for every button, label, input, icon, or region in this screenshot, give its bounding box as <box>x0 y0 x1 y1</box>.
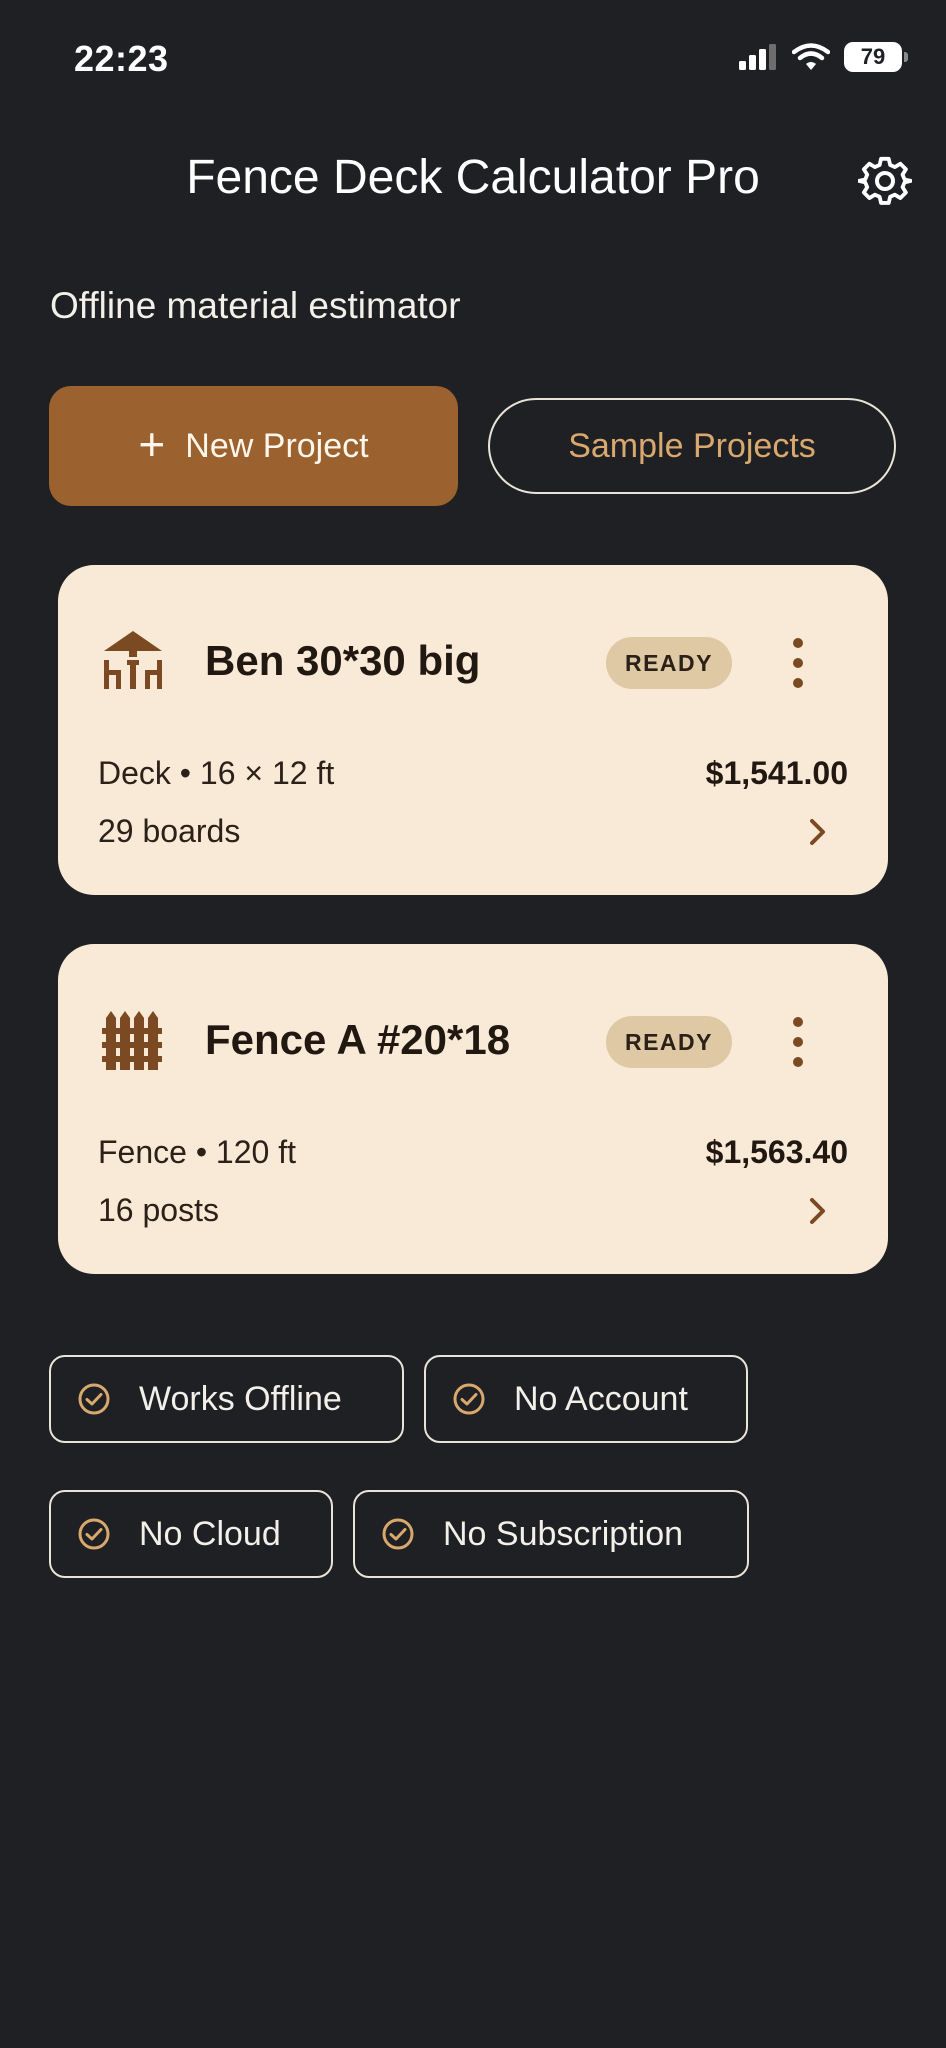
status-icons: 79 <box>738 42 908 72</box>
battery-icon: 79 <box>844 42 908 72</box>
project-price: $1,563.40 <box>705 1134 848 1170</box>
feature-chip-no-subscription: No Subscription <box>353 1490 749 1578</box>
app-title: Fence Deck Calculator Pro <box>186 151 760 204</box>
project-card[interactable]: Ben 30*30 big READY Deck • 16 × 12 ft $1… <box>58 565 888 895</box>
feature-chip-no-account: No Account <box>424 1355 748 1443</box>
page-subtitle: Offline material estimator <box>50 285 461 326</box>
check-circle-icon <box>382 1518 414 1550</box>
feature-chip-no-cloud: No Cloud <box>49 1490 333 1578</box>
plus-icon: + <box>138 418 166 470</box>
project-meta: Fence • 120 ft <box>98 1134 296 1170</box>
chevron-right-icon[interactable] <box>806 817 830 847</box>
feature-label: No Subscription <box>443 1514 684 1553</box>
more-options-icon[interactable] <box>780 633 816 693</box>
project-meta: Deck • 16 × 12 ft <box>98 755 335 791</box>
status-badge: READY <box>606 637 732 689</box>
sample-projects-button[interactable]: Sample Projects <box>488 398 896 494</box>
signal-icon <box>739 44 776 70</box>
project-title: Fence A #20*18 <box>205 1016 511 1063</box>
project-detail: 29 boards <box>98 813 241 849</box>
project-detail: 16 posts <box>98 1192 219 1228</box>
settings-button[interactable] <box>857 154 913 208</box>
project-price: $1,541.00 <box>705 755 848 791</box>
feature-label: Works Offline <box>139 1379 342 1418</box>
new-project-label: New Project <box>185 426 369 465</box>
deck-icon <box>104 631 162 689</box>
feature-chip-works-offline: Works Offline <box>49 1355 404 1443</box>
sample-projects-label: Sample Projects <box>568 426 816 465</box>
feature-label: No Account <box>514 1379 688 1418</box>
battery-level: 79 <box>860 44 886 69</box>
check-circle-icon <box>453 1383 485 1415</box>
status-time: 22:23 <box>74 38 169 79</box>
chevron-right-icon[interactable] <box>806 1196 830 1226</box>
wifi-icon <box>792 43 830 70</box>
more-options-icon[interactable] <box>780 1012 816 1072</box>
fence-icon <box>102 1011 162 1070</box>
project-title: Ben 30*30 big <box>205 637 481 684</box>
check-circle-icon <box>78 1518 110 1550</box>
status-bar: 22:23 79 <box>0 0 946 120</box>
check-circle-icon <box>78 1383 110 1415</box>
status-badge: READY <box>606 1016 732 1068</box>
project-card[interactable]: Fence A #20*18 READY Fence • 120 ft $1,5… <box>58 944 888 1274</box>
feature-label: No Cloud <box>139 1514 281 1553</box>
gear-icon <box>857 156 913 205</box>
new-project-button[interactable]: + New Project <box>49 386 458 506</box>
